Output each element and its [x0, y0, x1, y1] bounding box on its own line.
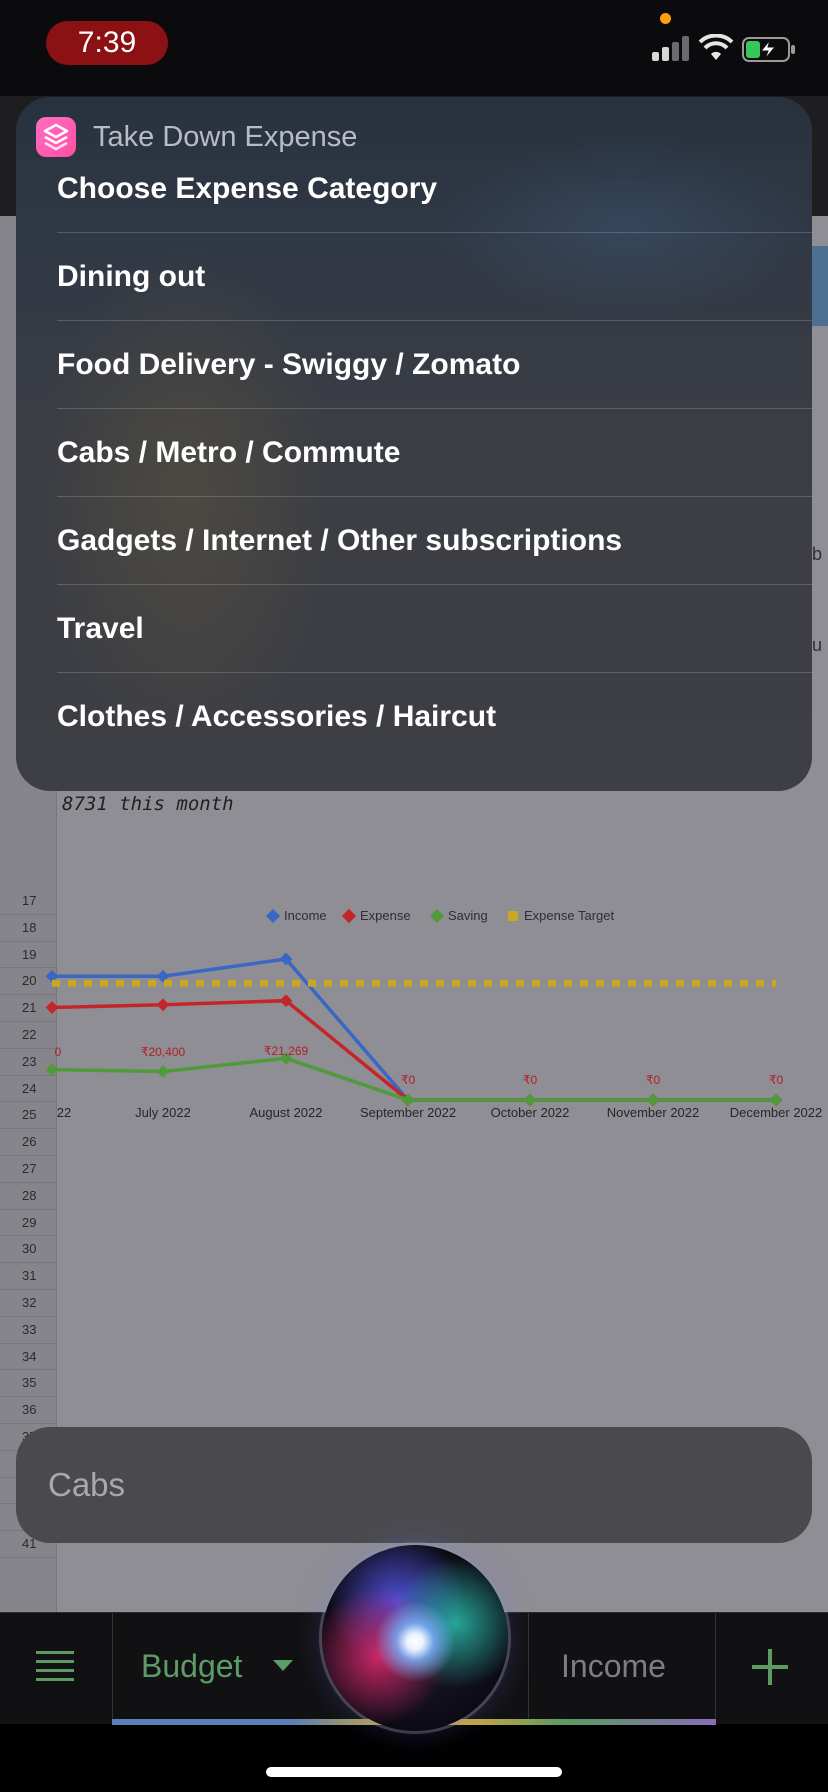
row-number[interactable]: 19	[0, 942, 57, 969]
data-label: ₹20,400	[140, 1045, 186, 1059]
x-axis-tick-label: August 2022	[249, 1105, 323, 1120]
option-clothes-accessories[interactable]: Clothes / Accessories / Haircut	[57, 673, 812, 761]
tab-budget[interactable]: Budget	[112, 1613, 322, 1719]
wifi-icon	[698, 34, 734, 60]
row-number[interactable]: 30	[0, 1236, 57, 1264]
data-label: ₹0	[768, 1073, 784, 1087]
cell-text-fragment: b	[812, 544, 823, 564]
option-label: Gadgets / Internet / Other subscriptions	[57, 524, 623, 557]
option-label: Cabs / Metro / Commute	[57, 436, 401, 469]
row-number[interactable]: 18	[0, 915, 57, 942]
status-bar: 7:39	[0, 0, 828, 96]
x-axis-tick-label: November 2022	[606, 1105, 700, 1120]
mic-in-use-indicator	[660, 13, 671, 24]
row-number[interactable]: 31	[0, 1263, 57, 1290]
x-axis-tick-label: 22	[56, 1105, 72, 1120]
tab-label: Income	[561, 1648, 666, 1684]
x-axis-tick-label: September 2022	[359, 1105, 457, 1120]
x-axis-tick-label: December 2022	[729, 1105, 823, 1120]
row-number[interactable]: 23	[0, 1049, 57, 1076]
x-axis-tick-label: October 2022	[490, 1105, 570, 1120]
add-sheet-icon[interactable]	[752, 1649, 788, 1685]
legend-marker	[508, 911, 518, 921]
row-number[interactable]: 27	[0, 1156, 57, 1183]
row-number[interactable]: 25	[0, 1102, 57, 1130]
battery-charging-icon	[742, 37, 795, 62]
home-indicator[interactable]	[266, 1767, 562, 1777]
data-label: ₹0	[522, 1073, 538, 1087]
row-number[interactable]: 26	[0, 1129, 57, 1156]
legend-label: Expense	[360, 908, 411, 923]
tab-label: Budget	[141, 1648, 243, 1684]
row-number[interactable]: 17	[0, 888, 57, 915]
all-sheets-menu-icon[interactable]	[36, 1651, 76, 1681]
option-travel[interactable]: Travel	[57, 585, 812, 673]
option-dining-out[interactable]: Dining out	[57, 233, 812, 321]
option-header: Choose Expense Category	[57, 145, 812, 233]
option-label: Clothes / Accessories / Haircut	[57, 700, 497, 733]
row-number[interactable]: 24	[0, 1076, 57, 1103]
row-number[interactable]: 34	[0, 1344, 57, 1371]
row-number[interactable]: 33	[0, 1317, 57, 1344]
option-label: Choose Expense Category	[57, 172, 438, 205]
status-time[interactable]: 7:39	[46, 21, 168, 65]
siri-transcript-text: Cabs	[48, 1466, 126, 1503]
option-food-delivery[interactable]: Food Delivery - Swiggy / Zomato	[57, 321, 812, 409]
cell-text-fragment: u	[812, 635, 823, 655]
row-number[interactable]: 35	[0, 1370, 57, 1398]
siri-orb-icon[interactable]	[322, 1545, 508, 1731]
row-number[interactable]: 20	[0, 968, 57, 996]
row-number[interactable]: 32	[0, 1290, 57, 1317]
siri-shortcut-card: Take Down Expense Choose Expense Categor…	[16, 97, 812, 791]
x-axis-tick-label: July 2022	[135, 1105, 191, 1120]
month-summary-cell[interactable]: 8731 this month	[62, 793, 234, 815]
data-label: ₹21,269	[263, 1044, 309, 1058]
data-label: 0	[54, 1045, 62, 1059]
row-number[interactable]: 36	[0, 1397, 57, 1424]
data-label: ₹0	[400, 1073, 416, 1087]
option-cabs-metro-commute[interactable]: Cabs / Metro / Commute	[57, 409, 812, 497]
siri-transcript-bubble[interactable]: Cabs	[16, 1427, 812, 1543]
option-label: Travel	[57, 612, 144, 645]
row-number[interactable]: 21	[0, 995, 57, 1022]
cellular-signal-icon	[652, 36, 690, 61]
legend-label: Expense Target	[524, 908, 615, 923]
chevron-down-icon[interactable]	[273, 1660, 293, 1671]
row-number[interactable]: 22	[0, 1022, 57, 1049]
data-label: ₹0	[645, 1073, 661, 1087]
tab-income[interactable]: Income	[528, 1613, 716, 1719]
option-label: Food Delivery - Swiggy / Zomato	[57, 348, 521, 381]
option-gadgets-internet[interactable]: Gadgets / Internet / Other subscriptions	[57, 497, 812, 585]
option-label: Dining out	[57, 260, 206, 293]
row-number[interactable]: 29	[0, 1210, 57, 1237]
row-number[interactable]: 28	[0, 1183, 57, 1210]
legend-label: Saving	[448, 908, 488, 923]
legend-label: Income	[284, 908, 327, 923]
